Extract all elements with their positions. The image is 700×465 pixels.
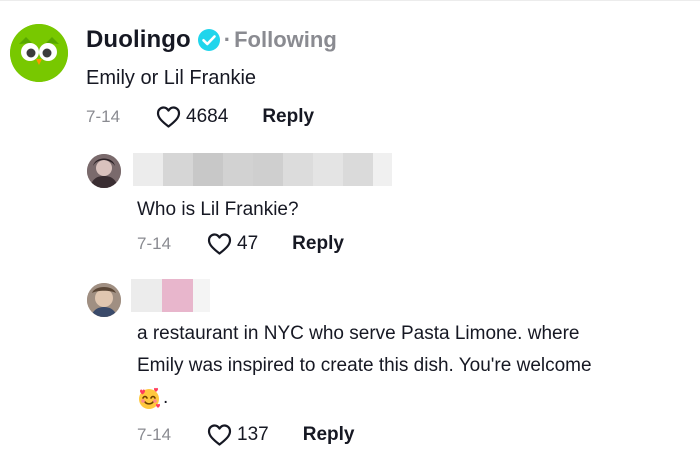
like-button[interactable]: 47 xyxy=(207,233,258,255)
comment-date: 7-14 xyxy=(86,107,121,126)
comment-text: Emily or Lil Frankie xyxy=(86,67,257,89)
reply-avatar[interactable] xyxy=(87,154,121,188)
reply-meta: 7-14 47 Reply xyxy=(137,233,344,255)
reply-meta: 7-14 137 Reply xyxy=(137,424,354,446)
reply-button[interactable]: Reply xyxy=(303,424,355,446)
blurred-username xyxy=(133,153,392,186)
reply-text: a restaurant in NYC who serve Pasta Limo… xyxy=(137,318,592,414)
top-divider xyxy=(0,0,700,1)
comment-meta: 7-14 4684 Reply xyxy=(86,106,314,128)
like-button[interactable]: 4684 xyxy=(156,106,228,128)
user-photo-icon xyxy=(87,154,121,188)
duolingo-avatar[interactable] xyxy=(10,24,68,82)
smiling-face-with-hearts-icon xyxy=(139,387,160,409)
heart-icon xyxy=(207,424,232,446)
like-count: 4684 xyxy=(186,106,229,127)
following-status[interactable]: Following xyxy=(234,27,337,53)
reply-text-line: a restaurant in NYC who serve Pasta Limo… xyxy=(137,323,580,344)
like-count: 137 xyxy=(237,424,269,445)
comment-header: Duolingo · Following xyxy=(86,26,337,54)
reply-text-period: . xyxy=(163,387,169,408)
reply-date: 7-14 xyxy=(137,425,172,444)
user-photo-icon xyxy=(87,283,121,317)
reply-button[interactable]: Reply xyxy=(292,233,344,255)
reply-avatar[interactable] xyxy=(87,283,121,317)
author-name[interactable]: Duolingo xyxy=(86,26,191,54)
reply-text-end: . xyxy=(137,382,592,414)
like-button[interactable]: 137 xyxy=(207,424,269,446)
owl-icon xyxy=(10,24,68,82)
like-count: 47 xyxy=(237,233,259,254)
reply-date: 7-14 xyxy=(137,234,172,253)
heart-icon xyxy=(156,106,181,128)
reply-text-line: Emily was inspired to create this dish. … xyxy=(137,355,592,376)
heart-icon xyxy=(207,233,232,255)
blurred-username xyxy=(131,279,210,312)
reply-text: Who is Lil Frankie? xyxy=(137,199,299,220)
reply-button[interactable]: Reply xyxy=(262,106,314,128)
verified-badge-icon xyxy=(197,28,221,52)
separator-dot: · xyxy=(223,27,232,52)
